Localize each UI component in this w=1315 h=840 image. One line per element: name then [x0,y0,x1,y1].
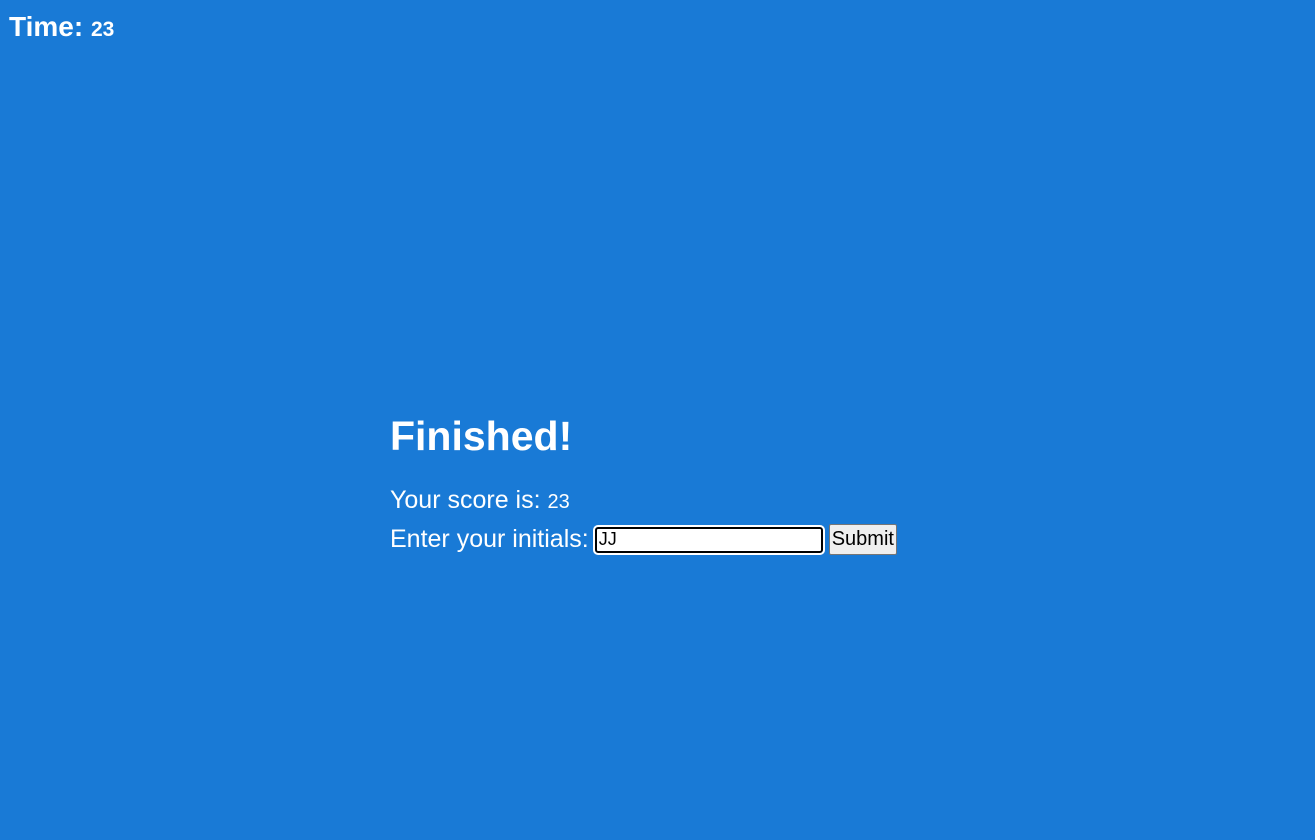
finish-panel: Finished! Your score is: 23 Enter your i… [390,408,990,556]
submit-button[interactable]: Submit [828,524,897,555]
finish-title: Finished! [390,413,573,459]
timer-value: 23 [90,18,115,41]
timer-label: Time: [9,11,84,42]
initials-input[interactable] [592,524,825,555]
timer: Time: 23 [9,8,114,49]
score-line: Your score is: 23 [390,484,990,519]
score-label: Your score is: [390,486,541,514]
initials-label: Enter your initials: [390,525,589,553]
score-value: 23 [547,491,570,513]
initials-form: Enter your initials: Submit [390,523,990,556]
